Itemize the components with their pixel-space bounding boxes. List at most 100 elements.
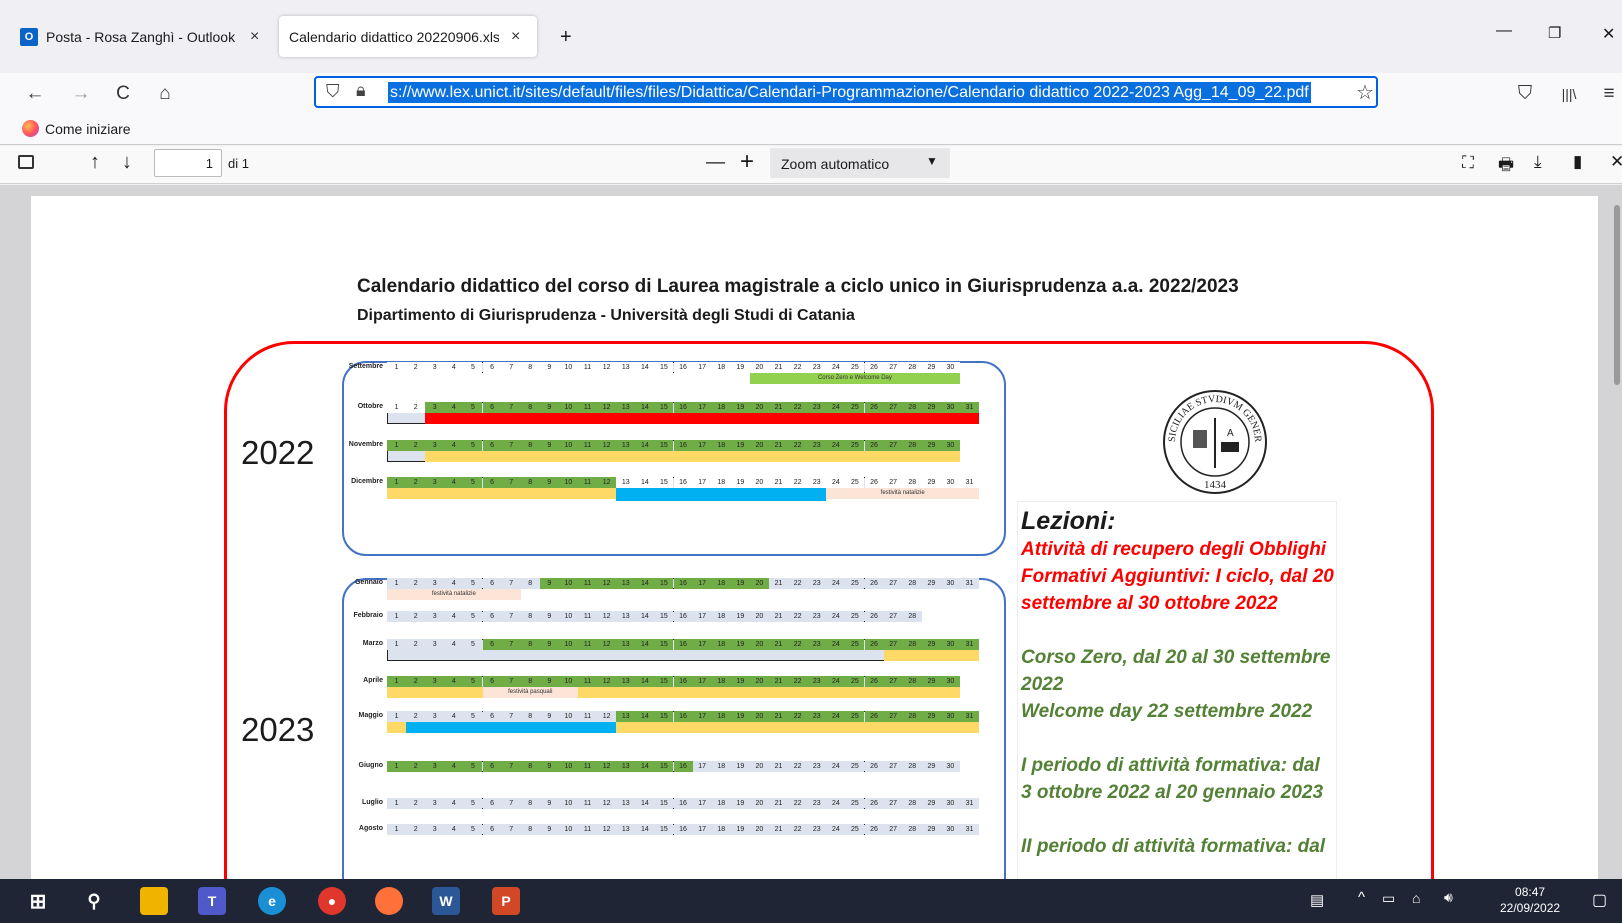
new-tab-button[interactable]: + <box>560 26 572 49</box>
day-cell: 28 <box>902 440 922 451</box>
month-label: Aprile <box>363 677 383 684</box>
day-cell: 10 <box>558 362 578 373</box>
day-cell: 11 <box>578 477 598 488</box>
day-cell: 1 <box>387 440 407 451</box>
day-cell: 22 <box>788 798 808 809</box>
zoom-out-button[interactable]: — <box>706 152 725 174</box>
day-cell: 4 <box>444 798 464 809</box>
day-cell: 28 <box>902 362 922 373</box>
day-cell: 10 <box>558 798 578 809</box>
tools-close-icon[interactable]: ✕ <box>1610 152 1622 172</box>
download-icon[interactable]: ⤓ <box>1534 152 1542 172</box>
day-cell: 25 <box>845 362 865 373</box>
day-cell: 22 <box>788 761 808 772</box>
edge-icon[interactable]: e <box>258 887 286 915</box>
day-cell: 2 <box>406 611 426 622</box>
close-icon[interactable]: × <box>250 28 259 46</box>
word-icon[interactable]: W <box>432 887 460 915</box>
day-cell: 1 <box>387 676 407 687</box>
legend-line: Corso Zero, dal 20 al 30 settembre <box>1021 647 1331 668</box>
sidebar-toggle-icon[interactable] <box>18 155 34 169</box>
day-cell: 29 <box>921 711 941 722</box>
tab-pdf[interactable]: Calendario didattico 20220906.xlsx - × <box>279 16 537 57</box>
day-cell: 26 <box>864 676 884 687</box>
day-cell: 13 <box>616 761 636 772</box>
page-number-input[interactable]: 1 <box>154 149 222 177</box>
battery-icon[interactable]: ▭ <box>1382 890 1395 907</box>
teams-icon[interactable]: T <box>198 887 226 915</box>
day-cell: 5 <box>463 578 483 589</box>
legend-line: I periodo di attività formativa: dal <box>1021 755 1320 776</box>
day-cell: 8 <box>520 711 540 722</box>
forward-button[interactable]: → <box>68 81 94 107</box>
legend-line: Welcome day 22 settembre 2022 <box>1021 701 1313 722</box>
window-close-button[interactable]: ✕ <box>1602 24 1615 44</box>
menu-icon[interactable]: ≡ <box>1596 81 1622 107</box>
day-cell: 13 <box>616 676 636 687</box>
news-icon[interactable]: ▤ <box>1310 891 1324 909</box>
day-cell: 3 <box>425 477 445 488</box>
day-cell: 7 <box>501 362 521 373</box>
file-explorer-icon[interactable] <box>140 887 168 915</box>
clock[interactable]: 08:47 22/09/2022 <box>1500 884 1560 916</box>
chrome-icon[interactable]: ● <box>318 887 346 915</box>
next-page-icon[interactable]: ↓ <box>122 151 132 174</box>
day-cell: 1 <box>387 578 407 589</box>
zoom-select[interactable]: Zoom automatico ▼ <box>770 148 950 178</box>
day-cell: 1 <box>387 639 407 650</box>
day-cell: 12 <box>597 578 617 589</box>
zoom-in-button[interactable]: + <box>740 148 754 176</box>
day-cell: 21 <box>769 578 789 589</box>
day-cell: 17 <box>692 824 712 835</box>
restore-button[interactable]: ❐ <box>1548 24 1561 42</box>
close-icon[interactable]: × <box>511 28 520 46</box>
reload-button[interactable]: C <box>110 81 136 107</box>
day-cell: 22 <box>788 402 808 413</box>
day-cell: 29 <box>921 362 941 373</box>
scrollbar-thumb[interactable] <box>1614 205 1620 385</box>
day-cell: 6 <box>482 824 502 835</box>
day-cell: 16 <box>673 676 693 687</box>
day-cell: 19 <box>730 611 750 622</box>
day-cell: 13 <box>616 578 636 589</box>
windows-start-icon[interactable]: ⊞ <box>24 887 52 915</box>
back-button[interactable]: ← <box>22 81 48 107</box>
day-cell: 10 <box>558 676 578 687</box>
print-icon[interactable]: 🖶︎ <box>1498 152 1514 181</box>
day-cell: 8 <box>520 798 540 809</box>
search-icon[interactable]: ⚲ <box>80 887 108 915</box>
firefox-icon[interactable] <box>375 887 403 915</box>
minimize-button[interactable]: — <box>1496 22 1512 40</box>
day-cell: 5 <box>463 676 483 687</box>
pocket-icon[interactable]: ⛉ <box>1512 81 1538 107</box>
bookmark-item[interactable]: Come iniziare <box>22 120 131 137</box>
tray-chevron-icon[interactable]: ^ <box>1358 889 1365 906</box>
presentation-icon[interactable]: ⛶ <box>1462 153 1474 173</box>
notification-icon[interactable]: ▢ <box>1592 890 1607 910</box>
library-icon[interactable]: |||\ <box>1556 81 1582 107</box>
day-cell: 10 <box>558 477 578 488</box>
powerpoint-icon[interactable]: P <box>492 887 520 915</box>
url-bar[interactable]: ⛉ 🔒︎ s://www.lex.unict.it/sites/default/… <box>314 76 1378 108</box>
day-cell: 22 <box>788 676 808 687</box>
day-cell: 20 <box>749 402 769 413</box>
volume-icon[interactable]: 🔊︎ <box>1444 889 1453 906</box>
previous-page-icon[interactable]: ↑ <box>90 151 100 174</box>
day-cell: 8 <box>520 362 540 373</box>
day-cell: 20 <box>749 578 769 589</box>
day-cell: 22 <box>788 477 808 488</box>
day-cell: 19 <box>730 639 750 650</box>
url-text[interactable]: s://www.lex.unict.it/sites/default/files… <box>388 82 1311 103</box>
home-button[interactable]: ⌂ <box>152 81 178 107</box>
day-cell: 26 <box>864 611 884 622</box>
day-cell: 25 <box>845 578 865 589</box>
bookmark-star-icon[interactable]: ☆ <box>1356 80 1374 105</box>
day-cell: 4 <box>444 711 464 722</box>
day-cell: 10 <box>558 578 578 589</box>
network-icon[interactable]: ⌂ <box>1412 890 1420 906</box>
day-cell: 28 <box>902 761 922 772</box>
pdf-viewer[interactable]: Calendario didattico del corso di Laurea… <box>0 185 1622 896</box>
bookmark-icon[interactable]: ▮ <box>1573 152 1582 172</box>
day-cell: 11 <box>578 824 598 835</box>
tab-outlook[interactable]: O Posta - Rosa Zanghì - Outlook × <box>10 16 272 57</box>
